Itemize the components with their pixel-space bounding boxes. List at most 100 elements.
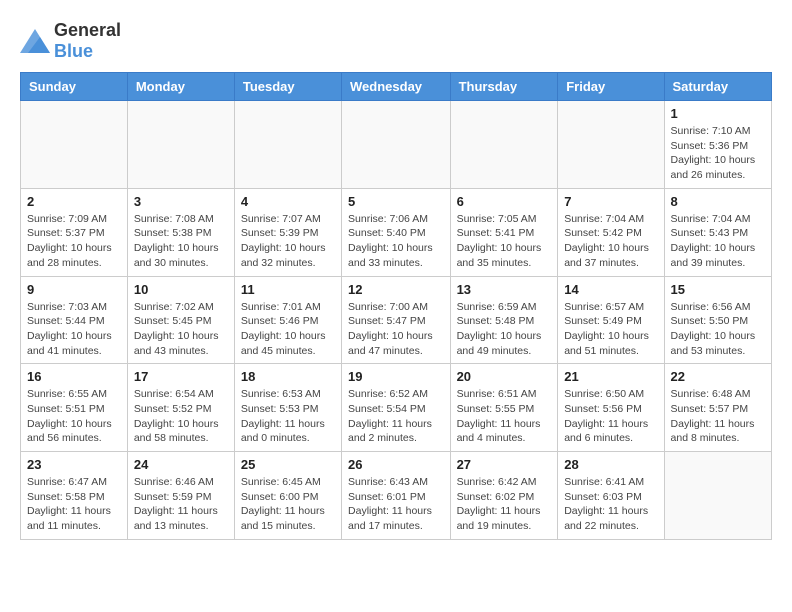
day-info: Sunrise: 6:47 AM Sunset: 5:58 PM Dayligh… (27, 475, 121, 534)
day-header-friday: Friday (558, 73, 664, 101)
calendar-cell (342, 101, 451, 189)
day-number: 8 (671, 194, 765, 209)
calendar-cell: 6Sunrise: 7:05 AM Sunset: 5:41 PM Daylig… (450, 188, 558, 276)
calendar-cell: 28 Sunrise: 6:41 AM Sunset: 6:03 PM Dayli… (558, 452, 664, 540)
week-row: 9 Sunrise: 7:03 AM Sunset: 5:44 PM Daylig… (21, 276, 772, 364)
calendar-cell: 22 Sunrise: 6:48 AM Sunset: 5:57 PM Dayli… (664, 364, 771, 452)
day-header-thursday: Thursday (450, 73, 558, 101)
day-info: Sunrise: 7:08 AM Sunset: 5:38 PM Dayligh… (134, 212, 228, 271)
calendar-cell: 12 Sunrise: 7:00 AM Sunset: 5:47 PM Dayli… (342, 276, 451, 364)
day-number: 17 (134, 369, 228, 384)
day-info: Sunrise: 6:55 AM Sunset: 5:51 PM Dayligh… (27, 387, 121, 446)
day-info: Sunrise: 7:01 AM Sunset: 5:46 PM Dayligh… (241, 300, 335, 359)
day-number: 14 (564, 282, 657, 297)
day-number: 25 (241, 457, 335, 472)
day-info: Sunrise: 7:00 AM Sunset: 5:47 PM Dayligh… (348, 300, 444, 359)
day-number: 19 (348, 369, 444, 384)
logo-general: General (54, 20, 121, 40)
day-info: Sunrise: 6:50 AM Sunset: 5:56 PM Dayligh… (564, 387, 657, 446)
calendar-cell: 14 Sunrise: 6:57 AM Sunset: 5:49 PM Dayli… (558, 276, 664, 364)
day-header-monday: Monday (127, 73, 234, 101)
calendar-cell (558, 101, 664, 189)
calendar-header: SundayMondayTuesdayWednesdayThursdayFrid… (21, 73, 772, 101)
calendar-cell: 17 Sunrise: 6:54 AM Sunset: 5:52 PM Dayli… (127, 364, 234, 452)
day-number: 3 (134, 194, 228, 209)
day-info: Sunrise: 6:53 AM Sunset: 5:53 PM Dayligh… (241, 387, 335, 446)
calendar-cell: 21 Sunrise: 6:50 AM Sunset: 5:56 PM Dayli… (558, 364, 664, 452)
day-info: Sunrise: 6:46 AM Sunset: 5:59 PM Dayligh… (134, 475, 228, 534)
day-info: Sunrise: 6:56 AM Sunset: 5:50 PM Dayligh… (671, 300, 765, 359)
day-number: 10 (134, 282, 228, 297)
day-number: 7 (564, 194, 657, 209)
day-header-sunday: Sunday (21, 73, 128, 101)
calendar-cell: 1 Sunrise: 7:10 AM Sunset: 5:36 PM Daylig… (664, 101, 771, 189)
calendar-cell (21, 101, 128, 189)
calendar-cell: 7 Sunrise: 7:04 AM Sunset: 5:42 PM Daylig… (558, 188, 664, 276)
calendar-cell (234, 101, 341, 189)
calendar-cell: 15 Sunrise: 6:56 AM Sunset: 5:50 PM Dayli… (664, 276, 771, 364)
calendar-cell: 9 Sunrise: 7:03 AM Sunset: 5:44 PM Daylig… (21, 276, 128, 364)
calendar-cell: 18 Sunrise: 6:53 AM Sunset: 5:53 PM Dayli… (234, 364, 341, 452)
calendar-cell: 20 Sunrise: 6:51 AM Sunset: 5:55 PM Dayli… (450, 364, 558, 452)
day-number: 9 (27, 282, 121, 297)
calendar-cell: 16 Sunrise: 6:55 AM Sunset: 5:51 PM Dayli… (21, 364, 128, 452)
day-info: Sunrise: 7:09 AM Sunset: 5:37 PM Dayligh… (27, 212, 121, 271)
day-info: Sunrise: 6:52 AM Sunset: 5:54 PM Dayligh… (348, 387, 444, 446)
day-number: 22 (671, 369, 765, 384)
calendar-cell: 26 Sunrise: 6:43 AM Sunset: 6:01 PM Dayli… (342, 452, 451, 540)
day-info: Sunrise: 7:07 AM Sunset: 5:39 PM Dayligh… (241, 212, 335, 271)
day-number: 28 (564, 457, 657, 472)
day-info: Sunrise: 6:43 AM Sunset: 6:01 PM Dayligh… (348, 475, 444, 534)
calendar-cell: 4 Sunrise: 7:07 AM Sunset: 5:39 PM Daylig… (234, 188, 341, 276)
week-row: 23 Sunrise: 6:47 AM Sunset: 5:58 PM Dayli… (21, 452, 772, 540)
day-info: Sunrise: 7:04 AM Sunset: 5:42 PM Dayligh… (564, 212, 657, 271)
day-number: 20 (457, 369, 552, 384)
calendar-cell: 13 Sunrise: 6:59 AM Sunset: 5:48 PM Dayli… (450, 276, 558, 364)
day-info: Sunrise: 7:03 AM Sunset: 5:44 PM Dayligh… (27, 300, 121, 359)
day-number: 21 (564, 369, 657, 384)
day-number: 23 (27, 457, 121, 472)
calendar: SundayMondayTuesdayWednesdayThursdayFrid… (20, 72, 772, 540)
week-row: 2 Sunrise: 7:09 AM Sunset: 5:37 PM Daylig… (21, 188, 772, 276)
logo-blue: Blue (54, 41, 93, 61)
calendar-cell: 27Sunrise: 6:42 AM Sunset: 6:02 PM Dayli… (450, 452, 558, 540)
day-number: 5 (348, 194, 444, 209)
day-info: Sunrise: 7:06 AM Sunset: 5:40 PM Dayligh… (348, 212, 444, 271)
day-info: Sunrise: 7:04 AM Sunset: 5:43 PM Dayligh… (671, 212, 765, 271)
day-number: 15 (671, 282, 765, 297)
day-info: Sunrise: 7:05 AM Sunset: 5:41 PM Dayligh… (457, 212, 552, 271)
day-info: Sunrise: 6:54 AM Sunset: 5:52 PM Dayligh… (134, 387, 228, 446)
day-number: 16 (27, 369, 121, 384)
day-header-wednesday: Wednesday (342, 73, 451, 101)
day-number: 4 (241, 194, 335, 209)
day-number: 13 (457, 282, 552, 297)
calendar-cell (127, 101, 234, 189)
day-info: Sunrise: 6:51 AM Sunset: 5:55 PM Dayligh… (457, 387, 552, 446)
day-info: Sunrise: 6:59 AM Sunset: 5:48 PM Dayligh… (457, 300, 552, 359)
day-info: Sunrise: 7:10 AM Sunset: 5:36 PM Dayligh… (671, 124, 765, 183)
logo: General Blue (20, 20, 121, 62)
day-info: Sunrise: 6:57 AM Sunset: 5:49 PM Dayligh… (564, 300, 657, 359)
day-number: 1 (671, 106, 765, 121)
day-number: 12 (348, 282, 444, 297)
day-number: 2 (27, 194, 121, 209)
calendar-cell: 19 Sunrise: 6:52 AM Sunset: 5:54 PM Dayli… (342, 364, 451, 452)
day-info: Sunrise: 6:48 AM Sunset: 5:57 PM Dayligh… (671, 387, 765, 446)
day-header-tuesday: Tuesday (234, 73, 341, 101)
calendar-cell: 5 Sunrise: 7:06 AM Sunset: 5:40 PM Daylig… (342, 188, 451, 276)
calendar-cell: 10 Sunrise: 7:02 AM Sunset: 5:45 PM Dayli… (127, 276, 234, 364)
calendar-cell: 24 Sunrise: 6:46 AM Sunset: 5:59 PM Dayli… (127, 452, 234, 540)
day-info: Sunrise: 6:45 AM Sunset: 6:00 PM Dayligh… (241, 475, 335, 534)
calendar-cell (664, 452, 771, 540)
day-number: 27 (457, 457, 552, 472)
day-info: Sunrise: 7:02 AM Sunset: 5:45 PM Dayligh… (134, 300, 228, 359)
calendar-cell: 8 Sunrise: 7:04 AM Sunset: 5:43 PM Daylig… (664, 188, 771, 276)
calendar-cell: 23 Sunrise: 6:47 AM Sunset: 5:58 PM Dayli… (21, 452, 128, 540)
day-number: 26 (348, 457, 444, 472)
calendar-cell (450, 101, 558, 189)
calendar-cell: 25 Sunrise: 6:45 AM Sunset: 6:00 PM Dayli… (234, 452, 341, 540)
day-number: 24 (134, 457, 228, 472)
day-number: 11 (241, 282, 335, 297)
day-info: Sunrise: 6:41 AM Sunset: 6:03 PM Dayligh… (564, 475, 657, 534)
day-number: 18 (241, 369, 335, 384)
